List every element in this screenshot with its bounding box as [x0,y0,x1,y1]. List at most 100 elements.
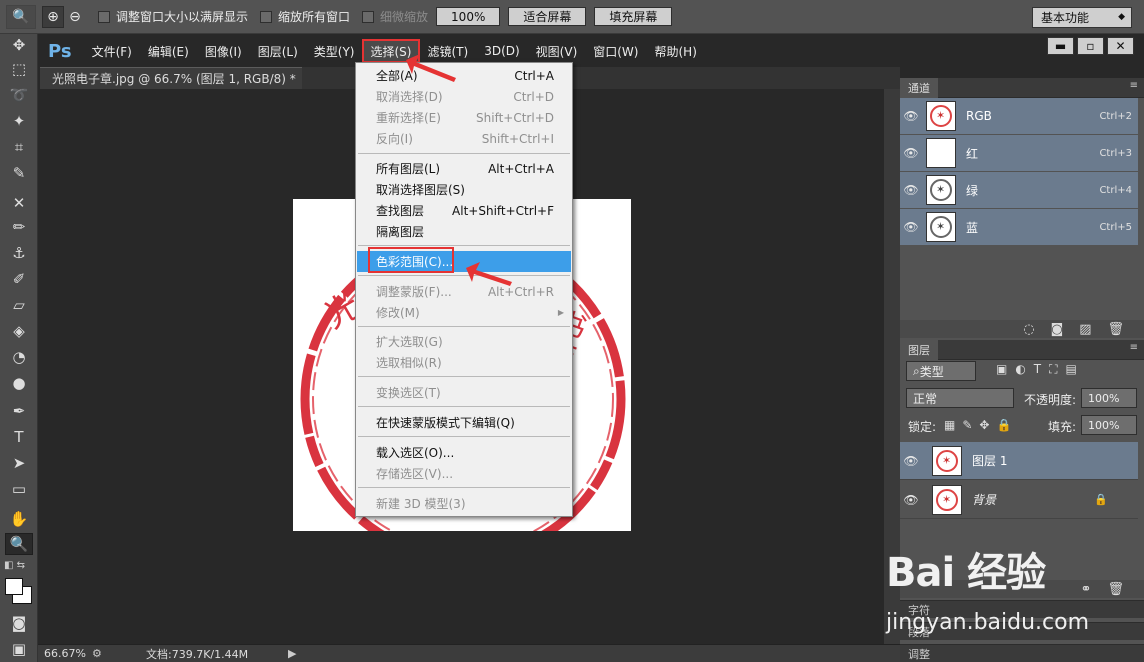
menu-item-reselect[interactable]: 重新选择(E) Shift+Ctrl+D [357,107,571,128]
layer-filter-icons[interactable]: ▣◐T⛶▤ [996,362,1085,377]
brush-tool-icon[interactable]: ✏ [5,216,33,238]
timing-icon[interactable]: ⚙ [92,647,102,660]
zoom-tool-preset-icon[interactable]: 🔍 [6,4,36,29]
eye-icon[interactable]: 👁 [900,109,922,123]
paragraph-panel-tab[interactable]: 段落 [900,622,1144,640]
menu-edit[interactable]: 编辑(E) [140,40,197,62]
vertical-scrollbar[interactable] [884,89,900,644]
lasso-tool-icon[interactable]: ➰ [5,84,33,106]
fit-screen-button[interactable]: 适合屏幕 [508,7,587,26]
adjustments-panel-tab[interactable]: 调整 [900,644,1144,662]
menu-3d[interactable]: 3D(D) [476,40,527,62]
rectangle-tool-icon[interactable]: ▭ [5,478,33,500]
menu-item-similar[interactable]: 选取相似(R) [357,352,571,373]
pen-tool-icon[interactable]: ✒ [5,400,33,422]
path-selection-tool-icon[interactable]: ➤ [5,452,33,474]
tab-layers[interactable]: 图层 [900,340,938,360]
menu-item-transform-selection[interactable]: 变换选区(T) [357,382,571,403]
quick-mask-icon[interactable]: ◙ [5,612,33,634]
menu-separator [358,487,570,488]
zoom-in-icon[interactable]: ⊕ [42,5,64,28]
marquee-tool-icon[interactable]: ⬚ [5,58,33,80]
history-brush-tool-icon[interactable]: ✐ [5,268,33,290]
scrubby-zoom-checkbox[interactable]: 细微缩放 [362,8,428,25]
eye-icon[interactable]: 👁 [900,146,922,160]
lock-icons[interactable]: ▦✎✥🔒 [944,418,1018,432]
healing-brush-tool-icon[interactable]: ✕ [5,192,33,214]
foreground-color-swatch[interactable] [5,578,23,595]
zoom-tool-icon[interactable]: 🔍 [5,533,33,555]
workspace-select[interactable]: 基本功能 ◆ [1032,7,1132,28]
link-layers-icon[interactable]: ⚭ [1081,582,1092,597]
blur-tool-icon[interactable]: ◔ [5,346,33,368]
layer-row-layer1[interactable]: 👁 ✶ 图层 1 [900,442,1138,480]
zoom-all-windows-checkbox[interactable]: 缩放所有窗口 [260,8,350,25]
panel-menu-icon[interactable]: ≡ [1130,80,1138,91]
magic-wand-tool-icon[interactable]: ✦ [5,110,33,132]
menu-item-isolate-layers[interactable]: 隔离图层 [357,221,571,242]
new-channel-icon[interactable]: ▨ [1079,322,1091,337]
paint-bucket-tool-icon[interactable]: ◈ [5,320,33,342]
delete-channel-icon[interactable]: 🗑 [1107,322,1124,337]
close-icon[interactable]: ✕ [1107,37,1134,55]
fill-screen-button[interactable]: 填充屏幕 [594,7,673,26]
maximize-icon[interactable]: ▫ [1077,37,1104,55]
menu-item-save-selection[interactable]: 存储选区(V)... [357,463,571,484]
screen-mode-icon[interactable]: ▣ [5,638,33,660]
type-tool-icon[interactable]: T [5,426,33,448]
zoom-level[interactable]: 66.67% [38,647,92,660]
channel-row-blue[interactable]: 👁 ✶ 蓝 Ctrl+5 [900,209,1138,246]
menu-window[interactable]: 窗口(W) [585,40,646,62]
character-panel-tab[interactable]: 字符 [900,600,1144,618]
menu-image[interactable]: 图像(I) [197,40,250,62]
eye-icon[interactable]: 👁 [900,183,922,197]
layer-row-background[interactable]: 👁 ✶ 背景 🔒 [900,481,1138,519]
menu-item-new-3d-model[interactable]: 新建 3D 模型(3) [357,493,571,514]
panel-menu-icon[interactable]: ≡ [1130,342,1138,353]
channel-row-red[interactable]: 👁 红 Ctrl+3 [900,135,1138,172]
menu-file[interactable]: 文件(F) [84,40,140,62]
menu-item-all-layers[interactable]: 所有图层(L) Alt+Ctrl+A [357,158,571,179]
menu-item-quick-mask[interactable]: 在快速蒙版模式下编辑(Q) [357,412,571,433]
menu-layer[interactable]: 图层(L) [250,40,306,62]
tab-channels[interactable]: 通道 [900,78,938,98]
eraser-tool-icon[interactable]: ▱ [5,294,33,316]
move-tool-icon[interactable]: ✥ [5,34,33,56]
resize-windows-checkbox[interactable]: 调整窗口大小以满屏显示 [98,8,248,25]
opacity-field[interactable]: 100% [1081,388,1137,408]
eye-icon[interactable]: 👁 [900,454,922,468]
eye-icon[interactable]: 👁 [900,493,922,507]
hand-tool-icon[interactable]: ✋ [5,508,33,530]
crop-tool-icon[interactable]: ⌗ [5,136,33,158]
status-arrow-icon[interactable]: ▶ [288,647,296,660]
zoom-out-icon[interactable]: ⊖ [64,6,86,28]
blend-mode-select[interactable]: 正常 [906,388,1014,408]
document-tab[interactable]: 光照电子章.jpg @ 66.7% (图层 1, RGB/8) *× [40,67,318,89]
menu-item-deselect-layers[interactable]: 取消选择图层(S) [357,179,571,200]
eyedropper-tool-icon[interactable]: ✎ [5,162,33,184]
layer-filter-select[interactable]: ⌕ 类型 [906,361,976,381]
lock-label: 锁定: [908,420,937,434]
menu-view[interactable]: 视图(V) [528,40,586,62]
doc-size: 文档:739.7K/1.44M [146,647,249,661]
menu-item-find-layers[interactable]: 查找图层 Alt+Shift+Ctrl+F [357,200,571,221]
clone-stamp-tool-icon[interactable]: ⚓ [5,242,33,264]
zoom-100-button[interactable]: 100% [436,7,501,26]
save-selection-channel-icon[interactable]: ◙ [1051,322,1064,337]
delete-layer-icon[interactable]: 🗑 [1107,582,1124,597]
channel-row-green[interactable]: 👁 ✶ 绿 Ctrl+4 [900,172,1138,209]
menu-help[interactable]: 帮助(H) [646,40,704,62]
fill-field[interactable]: 100% [1081,415,1137,435]
dodge-tool-icon[interactable]: ● [5,372,33,394]
default-colors-icon[interactable]: ◧ ⇆ [4,560,34,572]
menu-item-inverse[interactable]: 反向(I) Shift+Ctrl+I [357,128,571,149]
menu-item-grow[interactable]: 扩大选取(G) [357,331,571,352]
menu-separator [358,326,570,327]
menu-item-modify[interactable]: 修改(M) ▶ [357,302,571,323]
eye-icon[interactable]: 👁 [900,220,922,234]
channel-row-rgb[interactable]: 👁 ✶ RGB Ctrl+2 [900,98,1138,135]
menu-item-load-selection[interactable]: 载入选区(O)... [357,442,571,463]
load-channel-selection-icon[interactable]: ◌ [1023,322,1034,337]
minimize-icon[interactable]: ▬ [1047,37,1074,55]
menu-type[interactable]: 类型(Y) [306,40,363,62]
